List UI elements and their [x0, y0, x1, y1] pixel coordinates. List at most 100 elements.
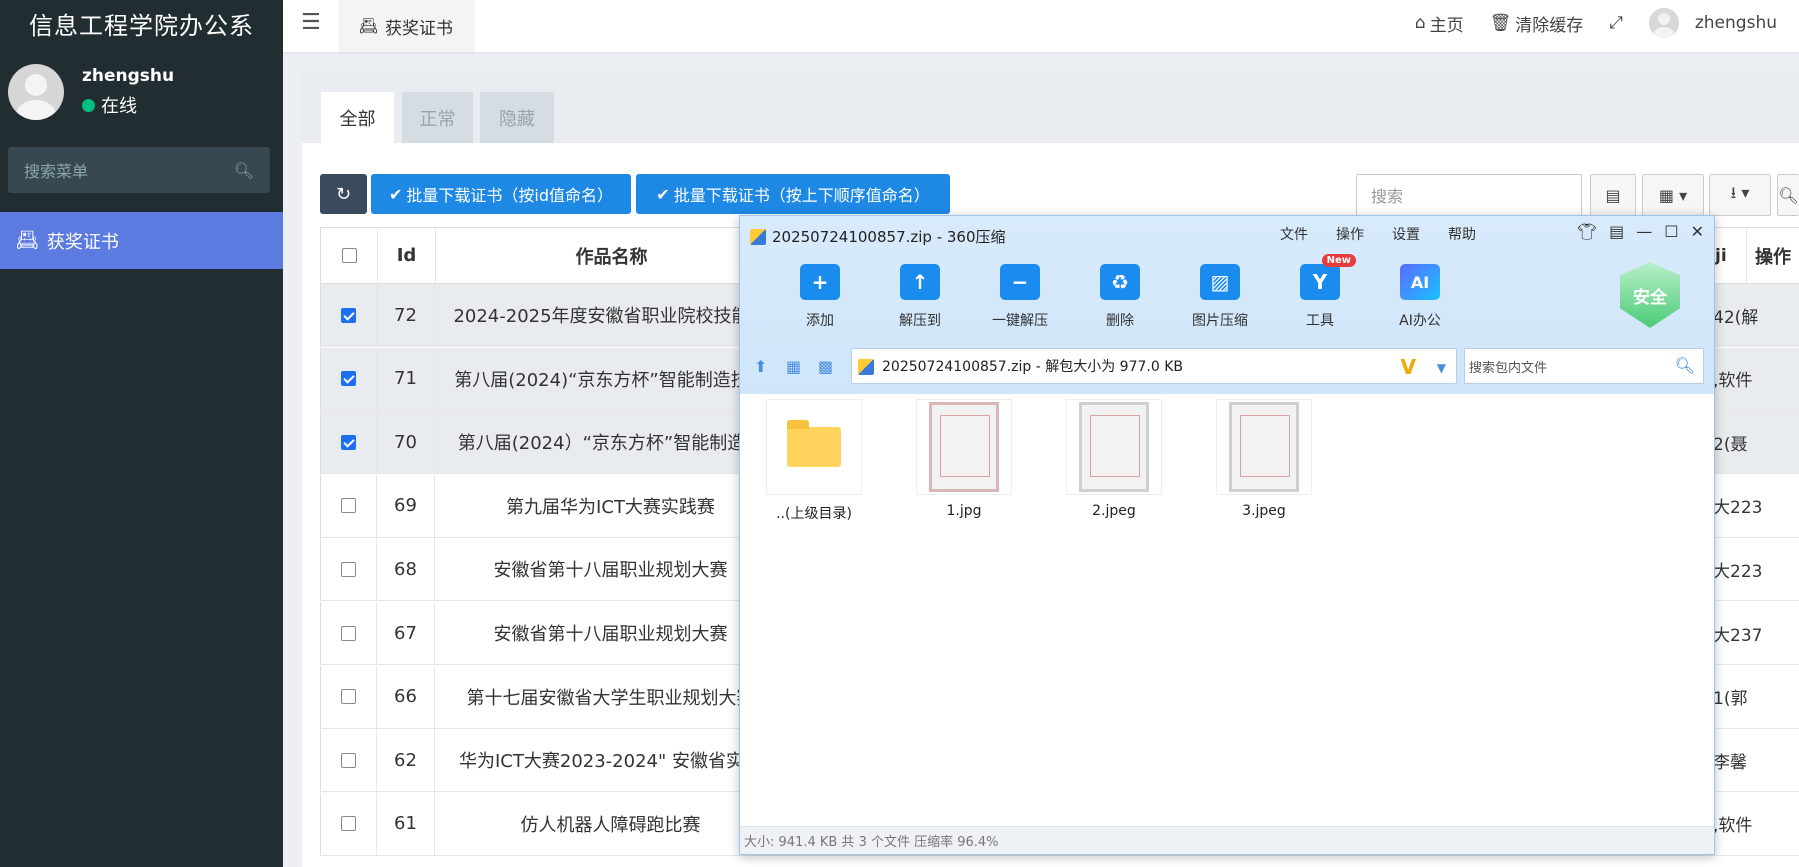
parent-folder-item[interactable]: ..(上级目录): [766, 399, 862, 523]
tab-certificates[interactable]: 📇︎ 获奖证书: [339, 0, 475, 52]
address-field[interactable]: 20250724100857.zip - 解包大小为 977.0 KB V ▼: [851, 348, 1457, 384]
zip-tool-label: 删除: [1106, 313, 1134, 329]
row-name: 第八届(2024)“京东方杯”智能制造技能: [434, 347, 786, 410]
search-button[interactable]: 🔍︎: [1777, 174, 1799, 216]
archive-search-placeholder: 搜索包内文件: [1469, 360, 1548, 376]
zip-title-text: 20250724100857.zip - 360压缩: [772, 228, 1006, 246]
user-menu[interactable]: zhengshu: [1648, 8, 1777, 38]
zip-tool-tools[interactable]: Y New 工具: [1270, 254, 1370, 330]
recycle-icon: ♻: [1100, 264, 1140, 300]
up-arrow-icon[interactable]: ⬆: [754, 357, 772, 376]
search-icon[interactable]: 🔍︎: [1675, 356, 1695, 375]
tab-normal[interactable]: 正常: [402, 92, 473, 143]
home-label: 主页: [1429, 15, 1464, 36]
row-name: 安徽省第十八届职业规划大赛: [434, 538, 786, 601]
file-name: 1.jpg: [946, 503, 982, 519]
new-badge: New: [1321, 254, 1356, 267]
tab-all[interactable]: 全部: [321, 92, 394, 143]
zip-tool-folder-minus[interactable]: − 一键解压: [970, 264, 1070, 330]
row-checkbox[interactable]: [341, 752, 356, 768]
batch-download-by-order-button[interactable]: ✔ 批量下载证书（按上下顺序值命名）: [636, 174, 950, 214]
row-name: 2024-2025年度安徽省职业院校技能大: [434, 284, 786, 346]
row-name: 华为ICT大赛2023-2024" 安徽省实践: [434, 729, 786, 792]
skin-icon[interactable]: 👕︎: [1577, 222, 1597, 241]
header-name[interactable]: 作品名称: [435, 228, 787, 283]
thumbnail-view-icon[interactable]: ▩: [818, 357, 836, 376]
chevron-down-icon[interactable]: ▼: [1437, 361, 1446, 375]
row-select-cell: [320, 602, 376, 664]
row-checkbox[interactable]: [341, 816, 356, 832]
table-search-input[interactable]: 搜索: [1356, 174, 1582, 216]
menu-search-input[interactable]: 搜索菜单 🔍︎: [8, 147, 270, 193]
header-id[interactable]: Id: [377, 228, 435, 283]
row-select-cell: [320, 538, 376, 601]
row-name: 安徽省第十八届职业规划大赛: [434, 602, 786, 664]
search-placeholder: 搜索: [1371, 187, 1404, 206]
v-logo-icon[interactable]: V: [1401, 355, 1416, 379]
row-checkbox[interactable]: [341, 561, 356, 577]
row-checkbox[interactable]: [341, 625, 356, 641]
menu-file[interactable]: 文件: [1280, 224, 1308, 244]
search-icon[interactable]: 🔍︎: [234, 161, 254, 180]
row-name: 第十七届安徽省大学生职业规划大赛: [434, 665, 786, 728]
menu-settings[interactable]: 设置: [1392, 224, 1420, 244]
row-checkbox[interactable]: [341, 371, 356, 387]
minimize-icon[interactable]: —: [1636, 222, 1652, 241]
folder-minus-icon: −: [1000, 264, 1040, 300]
row-partial: 李馨: [1713, 752, 1747, 773]
id-card-icon: 📇︎: [359, 17, 379, 35]
top-navbar: ☰ 📇︎ 获奖证书 ⌂ 主页 🗑︎ 清除缓存 ⤢ zhengshu: [283, 0, 1799, 52]
sidebar-item-certificates[interactable]: 📇︎ 获奖证书: [0, 212, 283, 269]
image-thumbnail: [1066, 399, 1162, 495]
zip-tool-label: 工具: [1306, 313, 1334, 329]
menu-toggle-icon[interactable]: ☰: [301, 10, 321, 35]
file-item[interactable]: 1.jpg: [916, 399, 1012, 523]
row-select-cell: [320, 284, 376, 346]
archive-search-input[interactable]: 搜索包内文件 🔍︎: [1464, 348, 1704, 384]
image-thumbnail: [916, 399, 1012, 495]
close-icon[interactable]: ✕: [1691, 222, 1704, 241]
app-brand[interactable]: 信息工程学院办公系: [0, 0, 283, 46]
tools-icon: Y New: [1300, 254, 1356, 300]
row-id: 66: [376, 665, 434, 728]
file-item[interactable]: 3.jpeg: [1216, 399, 1312, 523]
columns-button[interactable]: ▦ ▾: [1642, 174, 1704, 216]
export-button[interactable]: ⭳ ▾: [1709, 174, 1771, 216]
zip-status-bar: 大小: 941.4 KB 共 3 个文件 压缩率 96.4%: [740, 826, 1714, 854]
folder-upload-icon: ↑: [900, 264, 940, 300]
select-all-checkbox[interactable]: [341, 248, 357, 263]
clear-cache-link[interactable]: 🗑︎ 清除缓存: [1490, 11, 1584, 36]
row-partial: 1(郭: [1713, 689, 1748, 710]
toggle-view-button[interactable]: ▤: [1590, 174, 1636, 216]
zip-tool-folder-plus[interactable]: + 添加: [770, 264, 870, 330]
zip-window[interactable]: 20250724100857.zip - 360压缩 文件 操作 设置 帮助 👕…: [739, 215, 1715, 855]
home-link[interactable]: ⌂ 主页: [1415, 11, 1464, 36]
menu-help[interactable]: 帮助: [1448, 224, 1476, 244]
batch-download-by-id-button[interactable]: ✔ 批量下载证书（按id值命名）: [371, 174, 631, 214]
row-checkbox[interactable]: [341, 498, 356, 514]
tab-hidden[interactable]: 隐藏: [480, 92, 554, 143]
details-view-icon[interactable]: ▦: [786, 357, 804, 376]
zip-tool-folder-upload[interactable]: ↑ 解压到: [870, 264, 970, 330]
feedback-icon[interactable]: ▤: [1609, 222, 1624, 241]
safe-shield-icon[interactable]: 安全: [1620, 262, 1680, 328]
zip-tools: + 添加 ↑ 解压到 − 一键解压 ♻ 删除 ▨ 图片压缩 Y New 工具 AI AI办公: [770, 254, 1470, 330]
select-all-cell: [321, 228, 377, 283]
zip-tool-label: 一键解压: [992, 313, 1048, 329]
row-checkbox[interactable]: [341, 307, 356, 323]
refresh-button[interactable]: ↻: [320, 174, 367, 214]
row-partial: ,软件: [1713, 816, 1753, 837]
user-name: zhengshu: [82, 66, 175, 86]
status-text: 在线: [101, 96, 137, 117]
file-item[interactable]: 2.jpeg: [1066, 399, 1162, 523]
list-icon: ▤: [1605, 185, 1621, 205]
zip-tool-recycle[interactable]: ♻ 删除: [1070, 264, 1170, 330]
fullscreen-button[interactable]: ⤢: [1609, 13, 1623, 33]
menu-operation[interactable]: 操作: [1336, 224, 1364, 244]
row-checkbox[interactable]: [341, 434, 356, 450]
zip-tool-ai[interactable]: AI AI办公: [1370, 264, 1470, 330]
zip-tool-image-compress[interactable]: ▨ 图片压缩: [1170, 264, 1270, 330]
row-checkbox[interactable]: [341, 689, 356, 705]
maximize-icon[interactable]: ☐: [1664, 222, 1678, 241]
header-operations: 操作: [1746, 228, 1799, 283]
